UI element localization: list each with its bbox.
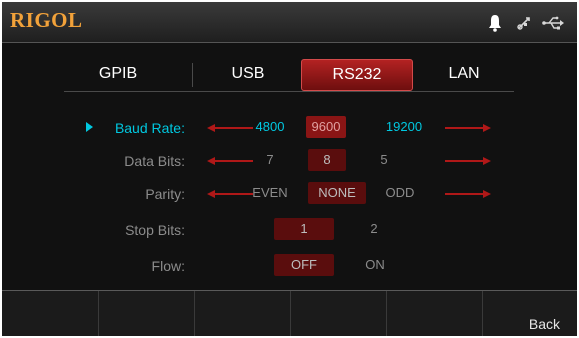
flow-option-off[interactable]: OFF [274, 254, 334, 276]
brand-logo: RIGOL [10, 8, 83, 32]
tab-usb[interactable]: USB [194, 59, 302, 89]
top-status-bar: RIGOL [2, 2, 577, 43]
baud-option-19200[interactable]: 19200 [382, 116, 426, 138]
back-label: Back [528, 316, 560, 332]
left-arrow-icon [207, 124, 253, 132]
flow-option-on[interactable]: ON [360, 254, 390, 276]
data-bits-option-7[interactable]: 7 [260, 149, 280, 171]
parity-option-even[interactable]: EVEN [248, 182, 292, 204]
stop-bits-option-1[interactable]: 1 [274, 218, 334, 240]
baud-rate-label: Baud Rate: [114, 120, 185, 136]
data-bits-row[interactable]: Data Bits: 7 8 5 [2, 149, 577, 173]
right-arrow-icon [445, 157, 491, 165]
data-bits-label: Data Bits: [124, 153, 185, 169]
right-arrow-icon [445, 190, 491, 198]
parity-option-none[interactable]: NONE [308, 182, 366, 204]
tab-gpib[interactable]: GPIB [64, 59, 172, 89]
baud-option-4800[interactable]: 4800 [254, 116, 286, 138]
usb-icon [542, 16, 566, 35]
softkey-4[interactable] [290, 291, 386, 336]
back-softkey[interactable]: Back [482, 291, 577, 336]
tab-lan[interactable]: LAN [414, 59, 514, 89]
parity-option-odd[interactable]: ODD [382, 182, 418, 204]
data-bits-option-5[interactable]: 5 [374, 149, 394, 171]
usb-device-icon [516, 15, 532, 36]
instrument-screen: RIGOL GPIB USB RS232 LAN Baud Rate: 4800… [2, 2, 577, 336]
bell-icon [488, 14, 502, 37]
softkey-bar: Back [2, 290, 577, 336]
right-arrow-icon [445, 124, 491, 132]
left-arrow-icon [207, 157, 253, 165]
softkey-3[interactable] [194, 291, 290, 336]
tab-divider [192, 63, 193, 87]
data-bits-option-8[interactable]: 8 [308, 149, 346, 171]
flow-row[interactable]: Flow: OFF ON [2, 254, 577, 278]
tab-rs232[interactable]: RS232 [301, 59, 413, 91]
softkey-2[interactable] [98, 291, 194, 336]
softkey-1[interactable] [2, 291, 97, 336]
parity-label: Parity: [145, 186, 185, 202]
parity-row[interactable]: Parity: EVEN NONE ODD [2, 182, 577, 206]
baud-option-9600[interactable]: 9600 [306, 116, 346, 138]
flow-label: Flow: [151, 258, 185, 274]
left-arrow-icon [207, 190, 253, 198]
interface-tab-bar: GPIB USB RS232 LAN [64, 59, 514, 92]
baud-rate-row[interactable]: Baud Rate: 4800 9600 19200 [2, 116, 577, 140]
stop-bits-row[interactable]: Stop Bits: 1 2 [2, 218, 577, 242]
stop-bits-option-2[interactable]: 2 [364, 218, 384, 240]
stop-bits-label: Stop Bits: [125, 222, 185, 238]
softkey-5[interactable] [386, 291, 482, 336]
selection-caret-icon [86, 122, 93, 132]
